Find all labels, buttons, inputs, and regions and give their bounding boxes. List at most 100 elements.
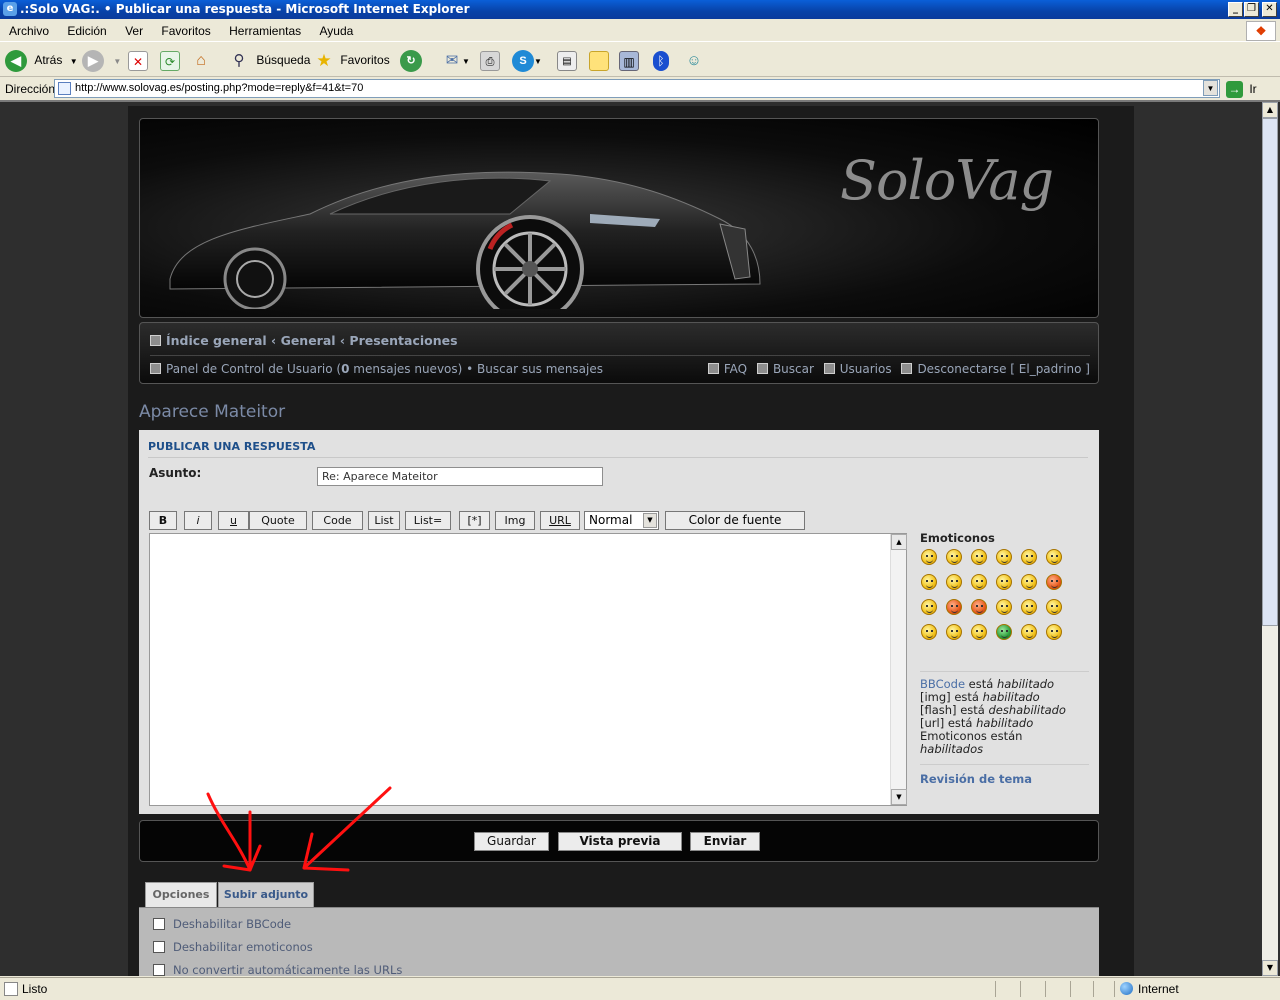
search-button[interactable]: ⚲ Búsqueda: [229, 47, 311, 73]
emoticon-geek[interactable]: [1021, 624, 1037, 640]
bbcode-img-button[interactable]: Img: [495, 511, 535, 530]
emoticon-arrow[interactable]: [946, 624, 962, 640]
bbcode-underline-button[interactable]: u: [218, 511, 249, 530]
skype-dropdown-icon[interactable]: ▼: [534, 57, 542, 66]
emoticon-exclaim[interactable]: [1021, 599, 1037, 615]
minimize-button[interactable]: _: [1228, 2, 1243, 17]
address-dropdown-icon[interactable]: ▼: [1203, 80, 1218, 96]
maximize-button[interactable]: ❐: [1244, 2, 1259, 17]
scroll-down-icon[interactable]: ▼: [1262, 960, 1278, 976]
emoticon-wink[interactable]: [996, 549, 1012, 565]
font-color-button[interactable]: Color de fuente: [665, 511, 805, 530]
emoticon-mad[interactable]: [996, 574, 1012, 590]
home-button[interactable]: ⌂: [191, 47, 211, 73]
menu-ayuda[interactable]: Ayuda: [311, 20, 360, 38]
bbcode-bold-button[interactable]: B: [149, 511, 177, 530]
emoticon-surprised[interactable]: [1021, 549, 1037, 565]
emoticon-twisted[interactable]: [971, 599, 987, 615]
mail-button[interactable]: ✉ ▼: [442, 47, 470, 73]
scroll-down-icon[interactable]: ▼: [891, 789, 907, 805]
navbar-right: FAQ Buscar Usuarios Desconectarse [ El_p…: [707, 362, 1090, 376]
address-bar: Dirección http://www.solovag.es/posting.…: [0, 78, 1280, 100]
emoticon-idea[interactable]: [921, 624, 937, 640]
breadcrumb-text[interactable]: Índice general ‹ General ‹ Presentacione…: [166, 333, 458, 348]
message-textarea[interactable]: ▲ ▼: [149, 533, 907, 806]
topic-review-link[interactable]: Revisión de tema: [920, 764, 1089, 786]
bbcode-quote-button[interactable]: Quote: [249, 511, 307, 530]
status-verb: está: [950, 690, 983, 704]
emoticon-neutral[interactable]: [971, 624, 987, 640]
subject-input[interactable]: Re: Aparece Mateitor: [317, 467, 603, 486]
save-button[interactable]: Guardar: [474, 832, 549, 851]
emoticon-eek[interactable]: [1046, 549, 1062, 565]
edit-button[interactable]: ▤: [557, 47, 577, 73]
preview-button[interactable]: Vista previa: [558, 832, 682, 851]
emoticon-question[interactable]: [1046, 599, 1062, 615]
menu-archivo[interactable]: Archivo: [0, 20, 55, 38]
messenger-button[interactable]: ☺: [684, 47, 704, 73]
favorites-button[interactable]: ★ Favoritos: [314, 47, 389, 73]
bbcode-italic-button[interactable]: i: [184, 511, 212, 530]
search-link[interactable]: Buscar: [773, 362, 814, 376]
bbcode-list-item-button[interactable]: [*]: [459, 511, 490, 530]
bbcode-url-button[interactable]: URL: [540, 511, 580, 530]
emoticon-rolleyes[interactable]: [996, 599, 1012, 615]
research-button[interactable]: ▥: [619, 47, 639, 73]
refresh-button[interactable]: ⟳: [160, 47, 180, 73]
disable-magic-url-checkbox[interactable]: [153, 964, 165, 976]
bluetooth-button[interactable]: ᛒ: [653, 47, 669, 73]
bbcode-ordered-list-button[interactable]: List=: [405, 511, 451, 530]
topic-title[interactable]: Aparece Mateitor: [139, 402, 285, 422]
menu-herramientas[interactable]: Herramientas: [220, 20, 307, 38]
bbcode-code-button[interactable]: Code: [312, 511, 363, 530]
emoticon-grin[interactable]: [946, 549, 962, 565]
mail-dropdown-icon[interactable]: ▼: [462, 57, 470, 66]
go-button[interactable]: → Ir: [1226, 79, 1257, 99]
close-button[interactable]: ✕: [1262, 2, 1277, 17]
stop-button[interactable]: ✕: [128, 47, 148, 73]
back-button[interactable]: ◀ Atrás ▼: [5, 47, 78, 73]
skype-button[interactable]: S ▼: [512, 47, 542, 73]
scroll-up-icon[interactable]: ▲: [891, 534, 907, 550]
emoticon-confused[interactable]: [921, 574, 937, 590]
browser-toolbar: ◀ Atrás ▼ ▶ ▼ ✕ ⟳ ⌂ ⚲ Búsqueda ★ Favorit…: [0, 43, 1280, 77]
ucp-suffix[interactable]: mensajes nuevos) • Buscar sus mensajes: [349, 362, 603, 376]
history-button[interactable]: ↻: [400, 47, 422, 73]
ucp-prefix[interactable]: Panel de Control de Usuario (: [166, 362, 341, 376]
emoticon-cool[interactable]: [946, 574, 962, 590]
address-input[interactable]: http://www.solovag.es/posting.php?mode=r…: [54, 79, 1220, 98]
scroll-up-icon[interactable]: ▲: [1262, 102, 1278, 118]
scroll-thumb[interactable]: [1262, 118, 1278, 626]
faq-link[interactable]: FAQ: [724, 362, 747, 376]
emoticon-biggrin[interactable]: [921, 549, 937, 565]
disable-smilies-checkbox[interactable]: [153, 941, 165, 953]
emoticon-mrgreen[interactable]: [996, 624, 1012, 640]
message-scrollbar[interactable]: ▲ ▼: [890, 534, 907, 805]
forward-button[interactable]: ▶ ▼: [82, 47, 121, 73]
forward-dropdown-icon[interactable]: ▼: [113, 57, 121, 66]
page-scrollbar[interactable]: ▲ ▼: [1262, 102, 1278, 976]
users-link[interactable]: Usuarios: [840, 362, 892, 376]
bbcode-list-button[interactable]: List: [368, 511, 400, 530]
notes-button[interactable]: [589, 47, 609, 73]
print-button[interactable]: ⎙: [480, 47, 500, 73]
emoticon-cry[interactable]: [921, 599, 937, 615]
site-banner[interactable]: SoloVag: [139, 118, 1099, 318]
submit-button[interactable]: Enviar: [690, 832, 760, 851]
menu-ver[interactable]: Ver: [116, 20, 149, 38]
font-size-select[interactable]: Normal ▼: [584, 511, 659, 530]
disable-bbcode-checkbox[interactable]: [153, 918, 165, 930]
menu-favoritos[interactable]: Favoritos: [152, 20, 216, 38]
emoticon-redface[interactable]: [1046, 574, 1062, 590]
breadcrumb[interactable]: Índice general ‹ General ‹ Presentacione…: [150, 333, 458, 348]
logout-link[interactable]: Desconectarse [ El_padrino ]: [917, 362, 1090, 376]
menu-edicion[interactable]: Edición: [58, 20, 112, 38]
emoticon-uber-geek[interactable]: [1046, 624, 1062, 640]
bbcode-link[interactable]: BBCode: [920, 677, 965, 691]
emoticon-evil[interactable]: [946, 599, 962, 615]
back-dropdown-icon[interactable]: ▼: [70, 57, 78, 66]
emoticon-lol[interactable]: [971, 574, 987, 590]
emoticon-smile[interactable]: [971, 549, 987, 565]
ucp-link[interactable]: Panel de Control de Usuario (0 mensajes …: [166, 362, 603, 376]
emoticon-razz[interactable]: [1021, 574, 1037, 590]
